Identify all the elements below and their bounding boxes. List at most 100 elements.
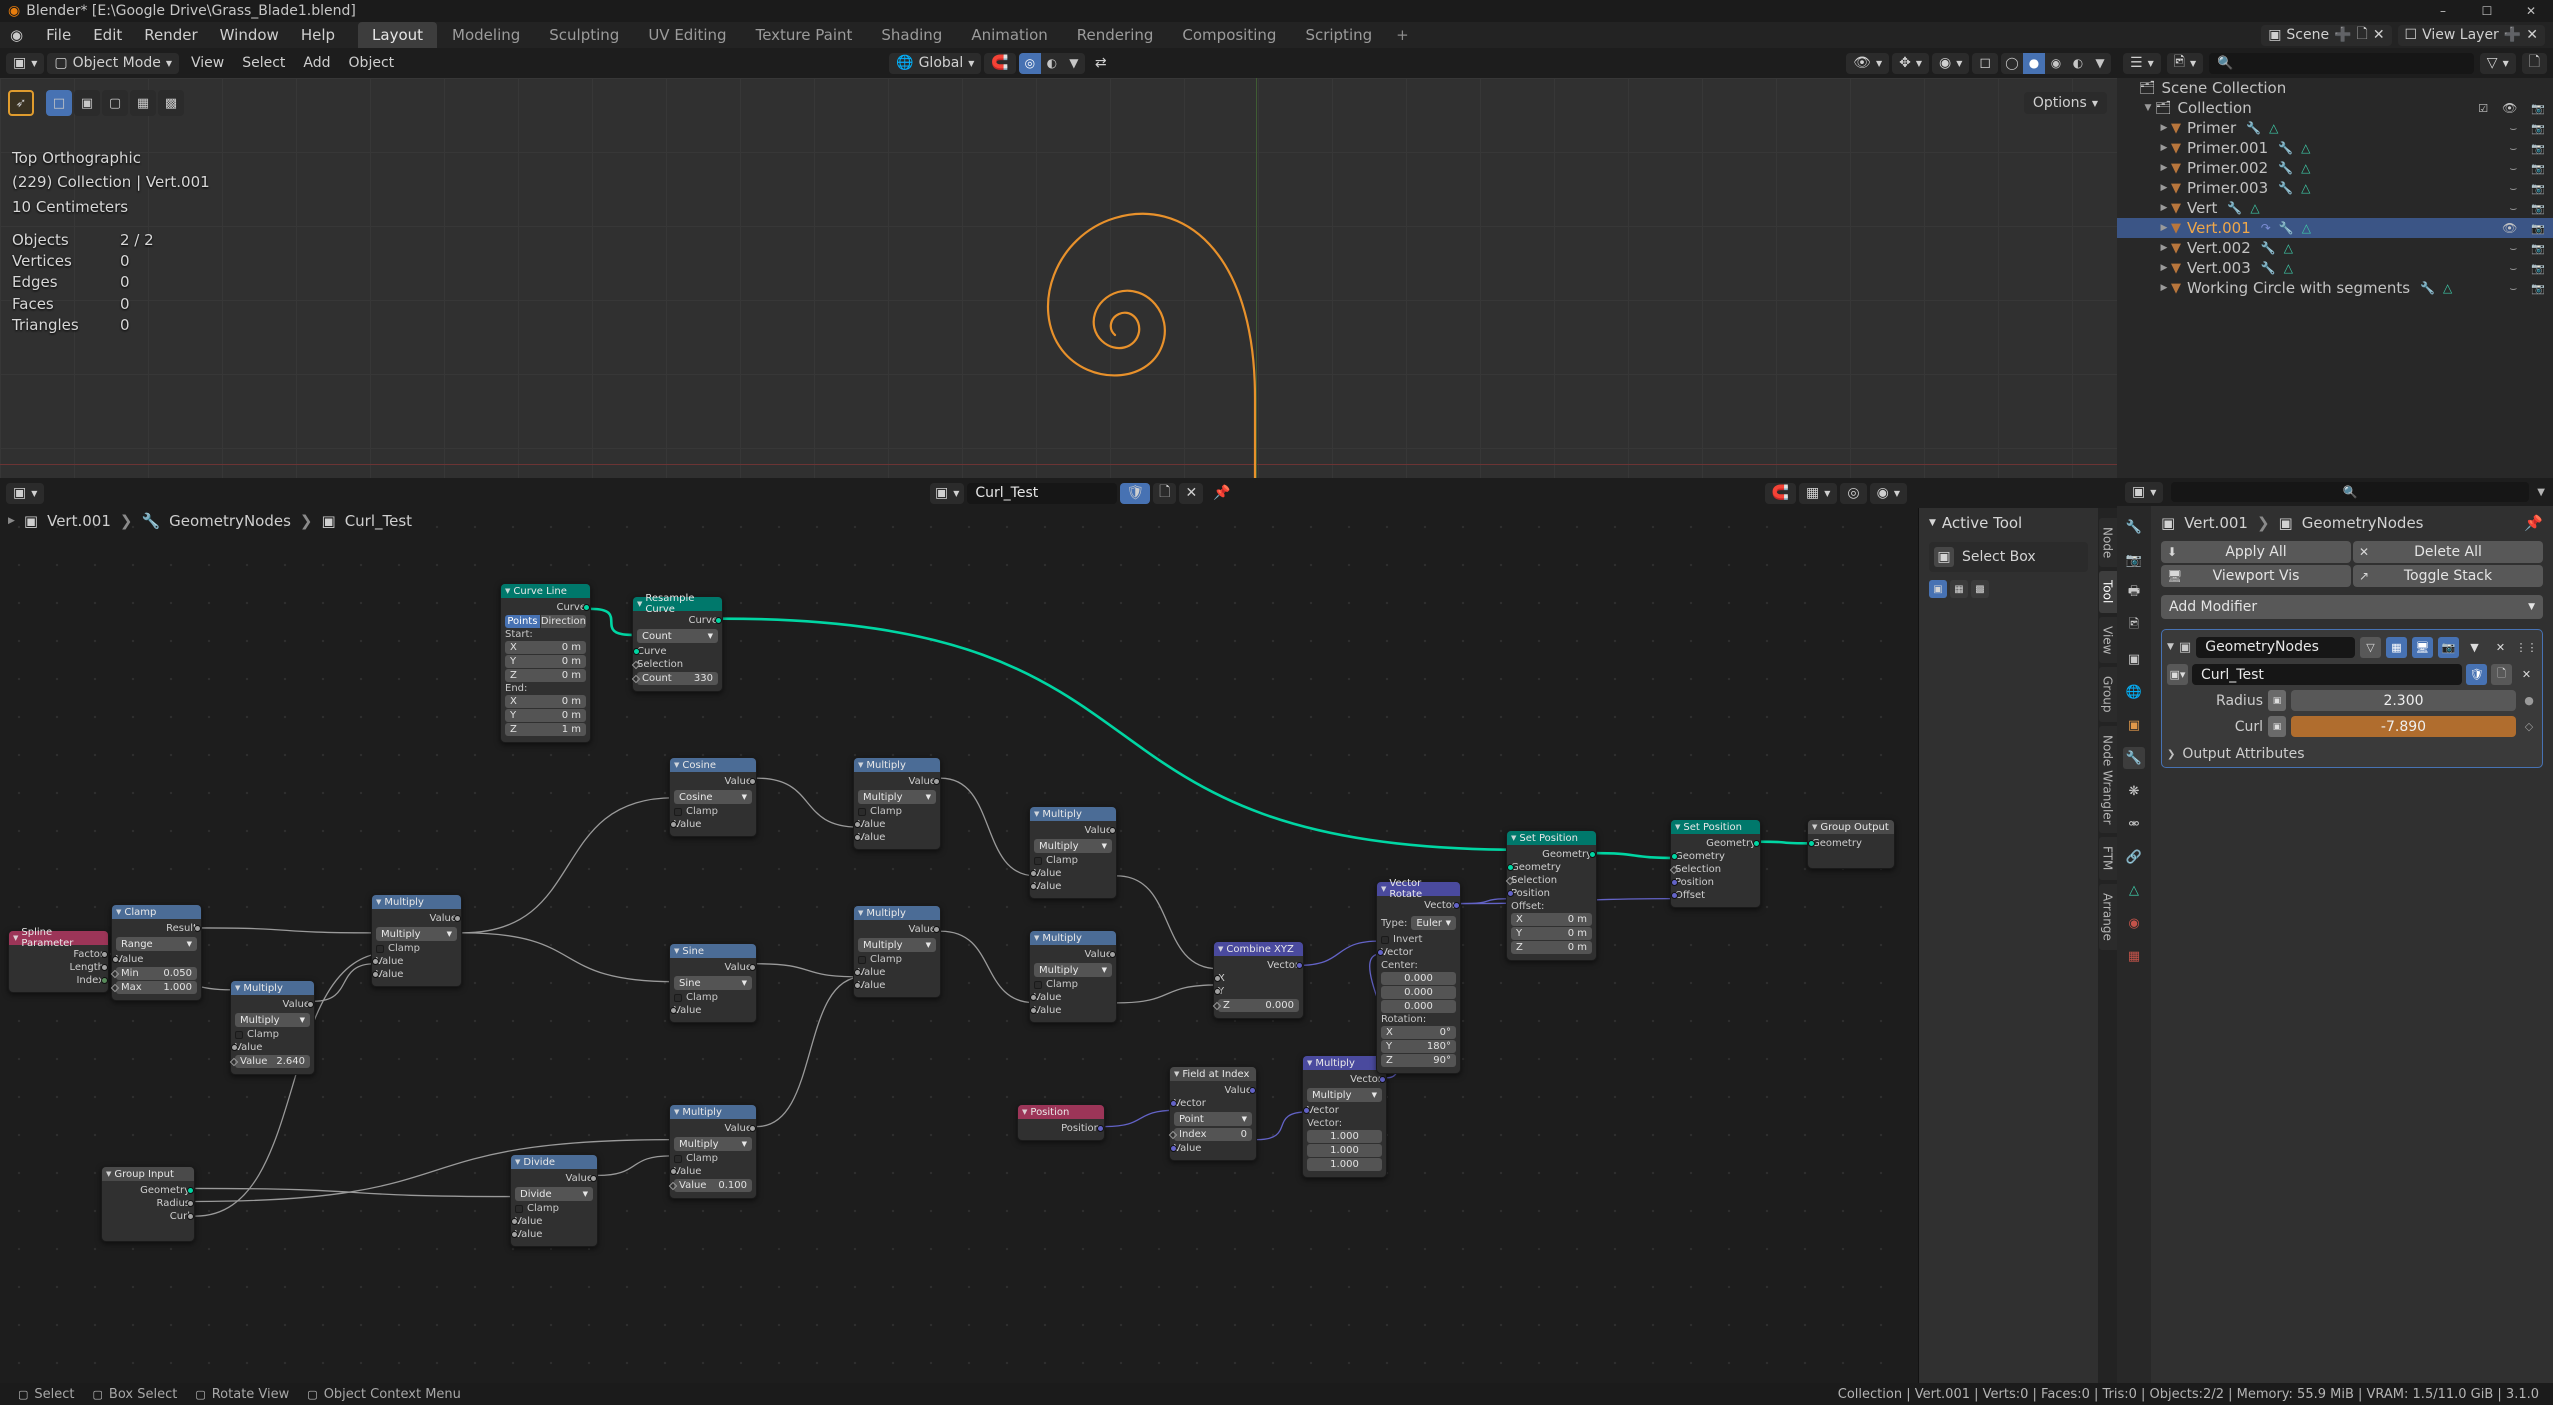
- properties-tab-rail[interactable]: 🔧 📷 🖶 🖻 ▣ 🌐 ▣ 🔧 ❋ ⚮ 🔗 △ ◉ ▦: [2117, 506, 2151, 1383]
- chevron-down-icon[interactable]: ▼: [13, 934, 18, 942]
- node-value-field[interactable]: Count 330: [631, 672, 718, 685]
- node-dropdown[interactable]: Multiply ▼: [858, 938, 936, 952]
- camera-icon[interactable]: 📷: [2531, 162, 2545, 175]
- close-button[interactable]: ✕: [2509, 0, 2553, 22]
- node-multiply_a[interactable]: ▼ Multiply Value Multiply ▼ Clamp Value Value 2.…: [229, 980, 315, 1075]
- blender-menu-icon[interactable]: ◉: [10, 26, 23, 44]
- tab-world[interactable]: 🌐: [2123, 681, 2145, 703]
- socket-dot[interactable]: [1296, 962, 1303, 969]
- outliner-row-vert[interactable]: ▶ ▼ Vert 🔧 △ ⌣ 📷: [2117, 198, 2553, 218]
- node-output-socket[interactable]: Vector: [1218, 959, 1303, 972]
- mesh-data-icon[interactable]: △: [2284, 241, 2293, 255]
- pin-icon[interactable]: 📌: [2524, 514, 2543, 532]
- properties-breadcrumb-object[interactable]: Vert.001: [2184, 514, 2248, 532]
- select-subtract-icon[interactable]: ▢: [102, 90, 128, 116]
- node-header[interactable]: ▼ Set Position: [1507, 831, 1596, 845]
- node-value-field[interactable]: Value 0.100: [668, 1179, 752, 1192]
- socket-dot[interactable]: [112, 956, 119, 963]
- node-value-field[interactable]: Index 0: [1168, 1128, 1252, 1141]
- node-header[interactable]: ▼ Multiply: [854, 758, 940, 772]
- outliner-row-vert-002[interactable]: ▶ ▼ Vert.002 🔧 △ ⌣ 📷: [2117, 238, 2553, 258]
- node-dropdown[interactable]: Divide ▼: [515, 1187, 593, 1201]
- node-input-socket[interactable]: Value: [1030, 1004, 1112, 1017]
- socket-dot[interactable]: [670, 821, 677, 828]
- node-dropdown[interactable]: Range ▼: [116, 937, 197, 951]
- node-input-socket[interactable]: Value: [231, 1041, 310, 1054]
- viewport-vis-button[interactable]: 🖥 Viewport Vis: [2161, 565, 2351, 587]
- node-header[interactable]: ▼ Multiply: [231, 981, 314, 995]
- node-input-socket[interactable]: Value: [511, 1228, 593, 1241]
- node-output-socket[interactable]: Value: [376, 912, 461, 925]
- mesh-data-icon[interactable]: △: [2301, 181, 2310, 195]
- node-output-socket[interactable]: Curve: [505, 601, 590, 614]
- chevron-down-icon[interactable]: ▼: [1929, 518, 1936, 528]
- node-output-socket[interactable]: Length: [13, 961, 108, 974]
- node-output-socket[interactable]: Value: [235, 998, 314, 1011]
- node-input-socket[interactable]: Selection: [1505, 874, 1592, 887]
- unlink-node-group-button[interactable]: ✕: [2516, 664, 2537, 685]
- expand-arrow-icon[interactable]: ▶: [2157, 223, 2171, 233]
- tab-view-layer[interactable]: 🖻: [2123, 615, 2145, 637]
- chevron-down-icon[interactable]: ▼: [674, 761, 679, 769]
- node-value-field[interactable]: X 0°: [1381, 1026, 1456, 1039]
- node-header[interactable]: ▼ Multiply: [854, 906, 940, 920]
- node-output-socket[interactable]: Value: [858, 775, 940, 788]
- socket-dot[interactable]: [1214, 988, 1221, 995]
- outliner-row-toggles[interactable]: ⌣ 📷: [2509, 161, 2545, 176]
- node-group_output[interactable]: ▼ Group Output Geometry: [1807, 819, 1895, 869]
- node-output-socket[interactable]: Value: [858, 923, 940, 936]
- node-group-name[interactable]: Curl_Test: [2192, 664, 2462, 685]
- node-checkbox[interactable]: Clamp: [1034, 855, 1112, 866]
- node-header[interactable]: ▼ Vector Rotate: [1377, 878, 1460, 900]
- eye-icon[interactable]: ⌣: [2509, 121, 2517, 136]
- socket-dot[interactable]: [372, 971, 379, 978]
- node-value-field[interactable]: 1.000: [1307, 1158, 1382, 1171]
- mesh-data-icon[interactable]: △: [2301, 161, 2310, 175]
- chevron-down-icon[interactable]: ▼: [858, 909, 863, 917]
- modifier-icon[interactable]: 🔧: [2278, 181, 2293, 195]
- modifier-icon[interactable]: 🔧: [2420, 281, 2435, 295]
- menu-edit[interactable]: Edit: [82, 23, 133, 47]
- node-header[interactable]: ▼ Resample Curve: [633, 593, 722, 615]
- node-header[interactable]: ▼ Group Output: [1808, 820, 1894, 834]
- node-checkbox[interactable]: Invert: [1381, 934, 1456, 945]
- socket-dot[interactable]: [583, 604, 590, 611]
- node-header[interactable]: ▼ Curve Line: [501, 584, 590, 598]
- node-multiply_b[interactable]: ▼ Multiply Value Multiply ▼ Clamp Value Value: [371, 894, 462, 987]
- xray-toggle[interactable]: ◻: [1972, 52, 1998, 74]
- node-editor-type[interactable]: ▣ ▼: [6, 482, 45, 504]
- modifier-icon[interactable]: 🔧: [2261, 241, 2276, 255]
- node-position[interactable]: ▼ Position Position: [1017, 1104, 1105, 1141]
- node-curve_line[interactable]: ▼ Curve Line Curve Points Direction Start: X 0 …: [500, 583, 591, 743]
- chevron-down-icon[interactable]: ▼: [1511, 834, 1516, 842]
- camera-icon[interactable]: 📷: [2531, 222, 2545, 235]
- animation-icon[interactable]: ↷: [2261, 221, 2271, 235]
- node-header[interactable]: ▼ Combine XYZ: [1214, 942, 1303, 956]
- fake-user-toggle[interactable]: 🛡: [1120, 482, 1151, 504]
- node-group-name-field[interactable]: Curl_Test: [967, 482, 1118, 504]
- mesh-data-icon[interactable]: △: [2269, 121, 2278, 135]
- modifier-icon[interactable]: 🔧: [2227, 201, 2242, 215]
- node-value-field[interactable]: Y 0 m: [1511, 927, 1592, 940]
- node-input-socket[interactable]: Value: [854, 818, 936, 831]
- socket-dot[interactable]: [1030, 870, 1037, 877]
- modifier-icon[interactable]: 🔧: [2261, 261, 2276, 275]
- socket-dot[interactable]: [1214, 975, 1221, 982]
- node-group_input[interactable]: ▼ Group Input Geometry Radius Curl: [101, 1166, 195, 1242]
- snap-settings[interactable]: ▦ ▼: [1799, 482, 1838, 504]
- workspace-tab-shading[interactable]: Shading: [867, 22, 956, 49]
- node-spline_parameter[interactable]: ▼ Spline Parameter Factor Length Index: [8, 927, 109, 993]
- outliner-row-toggles[interactable]: ⌣ 📷: [2509, 241, 2545, 256]
- tab-tool[interactable]: 🔧: [2123, 516, 2145, 538]
- node-value-field[interactable]: 0.000: [1381, 972, 1456, 985]
- node-set_position_1[interactable]: ▼ Set Position Geometry Geometry Selection Po…: [1505, 830, 1597, 961]
- socket-dot[interactable]: [749, 964, 756, 971]
- output-attributes-section[interactable]: ❯ Output Attributes: [2167, 746, 2537, 762]
- viewport-menu-object[interactable]: Object: [340, 53, 404, 73]
- workspace-tab-modeling[interactable]: Modeling: [438, 22, 534, 49]
- window-controls[interactable]: – ☐ ✕: [2421, 0, 2553, 22]
- node-dropdown[interactable]: Multiply ▼: [674, 1137, 752, 1151]
- node-input-socket[interactable]: Value: [1030, 880, 1112, 893]
- socket-dot[interactable]: [110, 983, 120, 992]
- socket-dot[interactable]: [668, 1181, 678, 1190]
